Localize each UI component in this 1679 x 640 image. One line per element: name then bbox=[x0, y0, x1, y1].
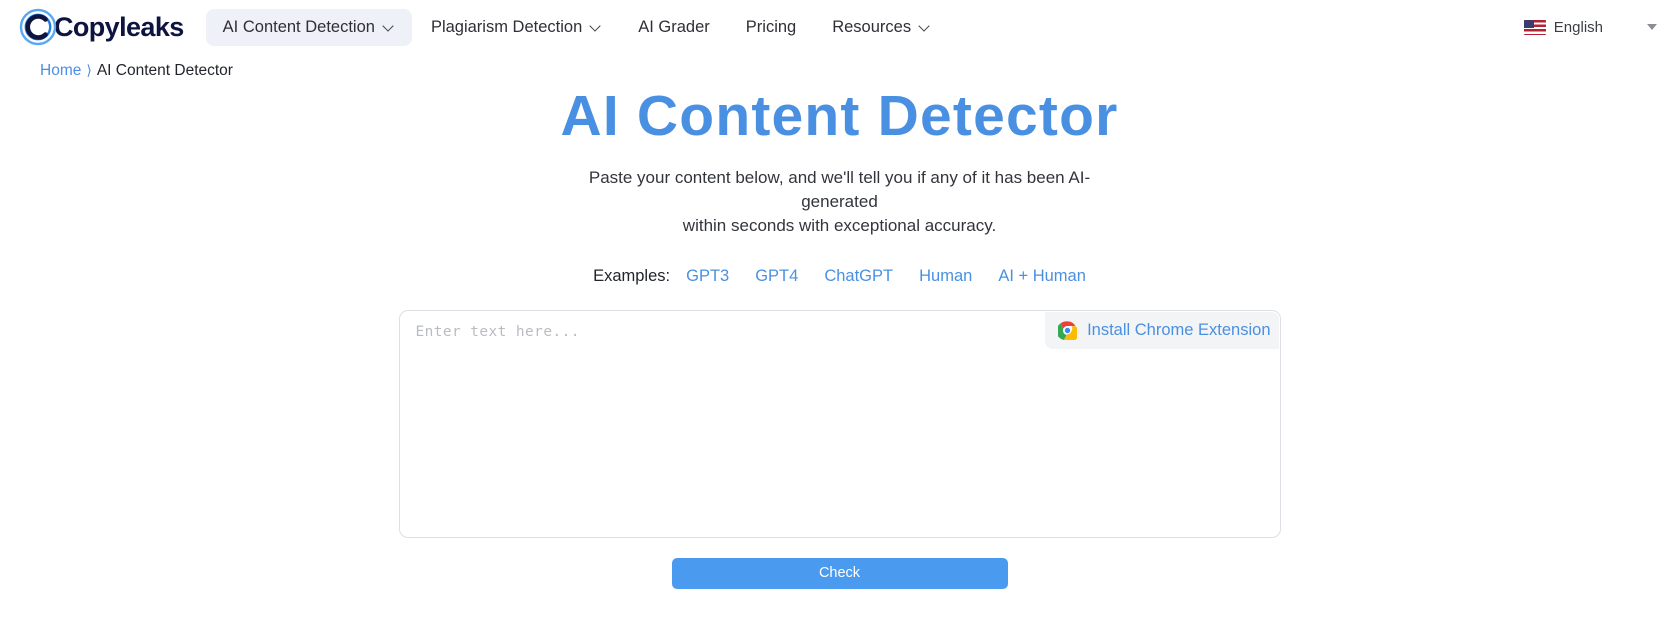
chevron-down-icon bbox=[920, 21, 931, 32]
chevron-down-icon[interactable] bbox=[1647, 24, 1657, 30]
chrome-icon bbox=[1056, 321, 1079, 343]
examples-label: Examples: bbox=[593, 266, 671, 285]
main-nav: AI Content Detection Plagiarism Detectio… bbox=[205, 8, 948, 46]
us-flag-icon bbox=[1523, 19, 1546, 35]
nav-label: Plagiarism Detection bbox=[430, 17, 583, 36]
language-label: English bbox=[1553, 18, 1603, 36]
main-content: AI Content Detector Paste your content b… bbox=[0, 54, 1679, 589]
nav-label: Pricing bbox=[745, 17, 797, 36]
subtitle-line-1: Paste your content below, and we'll tell… bbox=[588, 167, 1091, 211]
nav-item-resources[interactable]: Resources bbox=[815, 9, 948, 46]
nav-label: AI Grader bbox=[638, 17, 710, 36]
copyleaks-logo[interactable]: Copyleaks bbox=[18, 7, 184, 47]
logo-wordmark: Copyleaks bbox=[54, 11, 184, 42]
example-link-ai-human[interactable]: AI + Human bbox=[998, 267, 1086, 286]
example-link-chatgpt[interactable]: ChatGPT bbox=[824, 267, 893, 286]
example-link-human[interactable]: Human bbox=[919, 267, 972, 286]
text-editor-container: Enter text here... Install Chrome Extens… bbox=[398, 309, 1281, 538]
nav-label: Resources bbox=[832, 17, 912, 36]
nav-item-plagiarism-detection[interactable]: Plagiarism Detection bbox=[414, 9, 619, 46]
examples-row: Examples: GPT3 GPT4 ChatGPT Human AI + H… bbox=[0, 267, 1679, 286]
site-header: Copyleaks AI Content Detection Plagiaris… bbox=[0, 0, 1679, 54]
chevron-down-icon bbox=[384, 21, 395, 32]
subtitle-line-2: within seconds with exceptional accuracy… bbox=[682, 215, 997, 235]
breadcrumb-separator: ⟩ bbox=[86, 62, 92, 78]
language-selector[interactable]: English bbox=[1523, 18, 1661, 36]
breadcrumb: Home ⟩ AI Content Detector bbox=[40, 62, 233, 80]
nav-label: AI Content Detection bbox=[222, 17, 375, 36]
copyleaks-ring-logo bbox=[18, 7, 58, 47]
chevron-down-icon bbox=[591, 21, 602, 32]
page-title: AI Content Detector bbox=[560, 84, 1119, 148]
check-button[interactable]: Check bbox=[671, 557, 1008, 589]
install-chrome-extension-button[interactable]: Install Chrome Extension bbox=[1045, 311, 1279, 349]
page-subtitle: Paste your content below, and we'll tell… bbox=[560, 166, 1120, 238]
nav-item-ai-content-detection[interactable]: AI Content Detection bbox=[205, 8, 412, 46]
example-link-gpt3[interactable]: GPT3 bbox=[686, 267, 729, 286]
nav-item-pricing[interactable]: Pricing bbox=[729, 9, 813, 46]
breadcrumb-current: AI Content Detector bbox=[96, 62, 233, 79]
example-link-gpt4[interactable]: GPT4 bbox=[755, 267, 798, 286]
install-chrome-extension-label: Install Chrome Extension bbox=[1087, 320, 1271, 339]
nav-item-ai-grader[interactable]: AI Grader bbox=[621, 9, 727, 46]
breadcrumb-home-link[interactable]: Home bbox=[40, 62, 81, 80]
